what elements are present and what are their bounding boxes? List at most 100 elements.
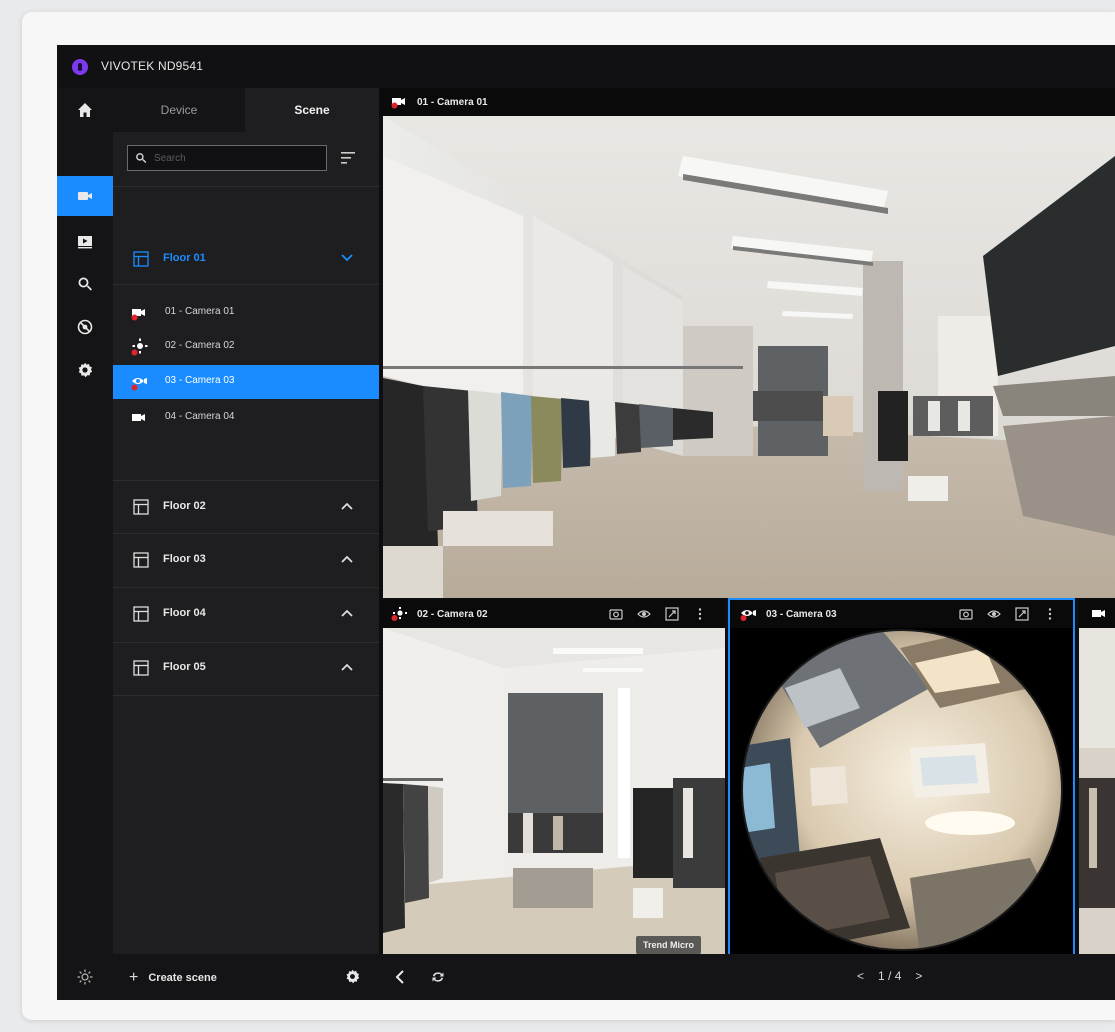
ptz-camera-icon bbox=[391, 607, 407, 621]
floor-label: Floor 02 bbox=[163, 500, 206, 512]
app-window: VIVOTEK ND9541 Device Scene Search Floor… bbox=[57, 45, 1115, 1000]
floor-label: Floor 01 bbox=[163, 252, 206, 264]
store-partial-image bbox=[1079, 628, 1115, 958]
chevron-down-icon bbox=[341, 254, 353, 262]
floor-plan-icon bbox=[133, 606, 149, 622]
camera-icon bbox=[78, 192, 92, 200]
more-vertical-icon[interactable] bbox=[1043, 607, 1057, 621]
alarm-icon bbox=[77, 319, 93, 335]
bullet-camera-icon bbox=[1092, 610, 1105, 617]
page-current: 1 bbox=[878, 969, 885, 983]
floor-row-01[interactable]: Floor 01 bbox=[113, 233, 379, 285]
bullet-camera-icon bbox=[391, 98, 405, 109]
rail-theme-toggle[interactable] bbox=[57, 954, 113, 1000]
nav-rail bbox=[57, 88, 113, 1000]
search-icon bbox=[78, 277, 92, 291]
floor-label: Floor 04 bbox=[163, 607, 206, 619]
rail-alarm[interactable] bbox=[57, 307, 113, 347]
camera-item-02[interactable]: 02 - Camera 02 bbox=[113, 330, 379, 364]
create-scene-label: Create scene bbox=[148, 972, 217, 984]
tile-actions-camera-02 bbox=[609, 607, 707, 621]
vivotek-logo-icon bbox=[72, 59, 88, 75]
panel-footer: + Create scene bbox=[113, 954, 379, 1000]
sequence-cycle-icon[interactable] bbox=[431, 970, 445, 984]
floor-row-05[interactable]: Floor 05 bbox=[113, 642, 379, 694]
search-box bbox=[127, 145, 327, 171]
camera-label: 02 - Camera 02 bbox=[165, 340, 235, 351]
tile-label: 03 - Camera 03 bbox=[766, 608, 837, 620]
panel-tabs: Device Scene bbox=[113, 88, 379, 132]
rail-live-view[interactable] bbox=[57, 176, 113, 216]
view-icon[interactable] bbox=[637, 607, 651, 621]
page-next-button[interactable]: > bbox=[915, 969, 922, 983]
camera-feed-04[interactable] bbox=[1079, 628, 1115, 958]
floor-row-04[interactable]: Floor 04 bbox=[113, 588, 379, 640]
playback-icon bbox=[78, 236, 92, 249]
video-footer: < 1 / 4 > bbox=[379, 954, 1115, 1000]
create-scene-button[interactable]: + Create scene bbox=[129, 969, 217, 987]
tile-header-camera-01: 01 - Camera 01 bbox=[379, 88, 1115, 116]
search-input[interactable] bbox=[152, 151, 326, 165]
title-bar: VIVOTEK ND9541 bbox=[57, 45, 1115, 88]
camera-label: 01 - Camera 01 bbox=[165, 306, 235, 317]
search-icon bbox=[136, 153, 147, 163]
tab-scene[interactable]: Scene bbox=[245, 88, 379, 132]
sort-filter-icon[interactable] bbox=[340, 151, 356, 165]
tile-label: 02 - Camera 02 bbox=[417, 608, 488, 620]
chevron-up-icon bbox=[341, 555, 353, 563]
fisheye-view-image bbox=[730, 628, 1075, 955]
tile-label: 01 - Camera 01 bbox=[417, 96, 488, 108]
bullet-camera-icon bbox=[131, 309, 145, 321]
brightness-icon bbox=[77, 969, 93, 985]
floor-row-03[interactable]: Floor 03 bbox=[113, 534, 379, 586]
camera-label: 03 - Camera 03 bbox=[165, 375, 235, 386]
settings-icon[interactable] bbox=[345, 969, 360, 984]
fisheye-camera-icon bbox=[131, 378, 147, 391]
floor-plan-icon bbox=[133, 251, 149, 267]
ptz-camera-icon bbox=[131, 338, 148, 356]
divider bbox=[113, 284, 379, 285]
floor-plan-icon bbox=[133, 499, 149, 515]
page-prev-button[interactable]: < bbox=[857, 969, 864, 983]
rail-home[interactable] bbox=[57, 90, 113, 130]
chevron-left-icon[interactable] bbox=[393, 969, 407, 985]
plus-icon: + bbox=[129, 969, 139, 986]
camera-item-01[interactable]: 01 - Camera 01 bbox=[113, 296, 379, 330]
rail-playback[interactable] bbox=[57, 221, 113, 261]
rail-search[interactable] bbox=[57, 264, 113, 304]
floor-plan-icon bbox=[133, 552, 149, 568]
camera-feed-01[interactable] bbox=[383, 116, 1115, 598]
store-interior-image bbox=[383, 116, 1115, 598]
fullscreen-icon[interactable] bbox=[665, 607, 679, 621]
floor-plan-icon bbox=[133, 660, 149, 676]
camera-label: 04 - Camera 04 bbox=[165, 411, 235, 422]
floor-label: Floor 05 bbox=[163, 661, 206, 673]
page-navigator: < 1 / 4 > bbox=[857, 969, 922, 983]
divider bbox=[113, 695, 379, 696]
home-icon bbox=[78, 103, 92, 117]
camera-item-04[interactable]: 04 - Camera 04 bbox=[113, 401, 379, 435]
rail-settings[interactable] bbox=[57, 350, 113, 390]
camera-feed-03[interactable] bbox=[730, 628, 1075, 955]
more-vertical-icon[interactable] bbox=[693, 607, 707, 621]
watermark-label: Trend Micro bbox=[636, 936, 702, 954]
page-separator: / bbox=[888, 969, 892, 983]
page-total: 4 bbox=[894, 969, 902, 983]
tab-device[interactable]: Device bbox=[113, 88, 245, 132]
fullscreen-icon[interactable] bbox=[1015, 607, 1029, 621]
snapshot-icon[interactable] bbox=[609, 607, 623, 621]
snapshot-icon[interactable] bbox=[959, 607, 973, 621]
scene-panel: Device Scene Floor 01 01 - Camera 01 02 … bbox=[113, 88, 379, 1000]
store-corridor-image bbox=[383, 628, 725, 958]
tile-actions-camera-03 bbox=[959, 607, 1057, 621]
app-title: VIVOTEK ND9541 bbox=[101, 59, 204, 73]
camera-feed-02[interactable] bbox=[383, 628, 725, 958]
camera-item-03[interactable]: 03 - Camera 03 bbox=[113, 365, 379, 399]
bullet-camera-icon bbox=[132, 414, 145, 421]
floor-label: Floor 03 bbox=[163, 553, 206, 565]
settings-icon bbox=[78, 362, 93, 378]
floor-row-02[interactable]: Floor 02 bbox=[113, 481, 379, 533]
chevron-up-icon bbox=[341, 609, 353, 617]
view-icon[interactable] bbox=[987, 607, 1001, 621]
tile-header-camera-04 bbox=[1079, 600, 1115, 628]
